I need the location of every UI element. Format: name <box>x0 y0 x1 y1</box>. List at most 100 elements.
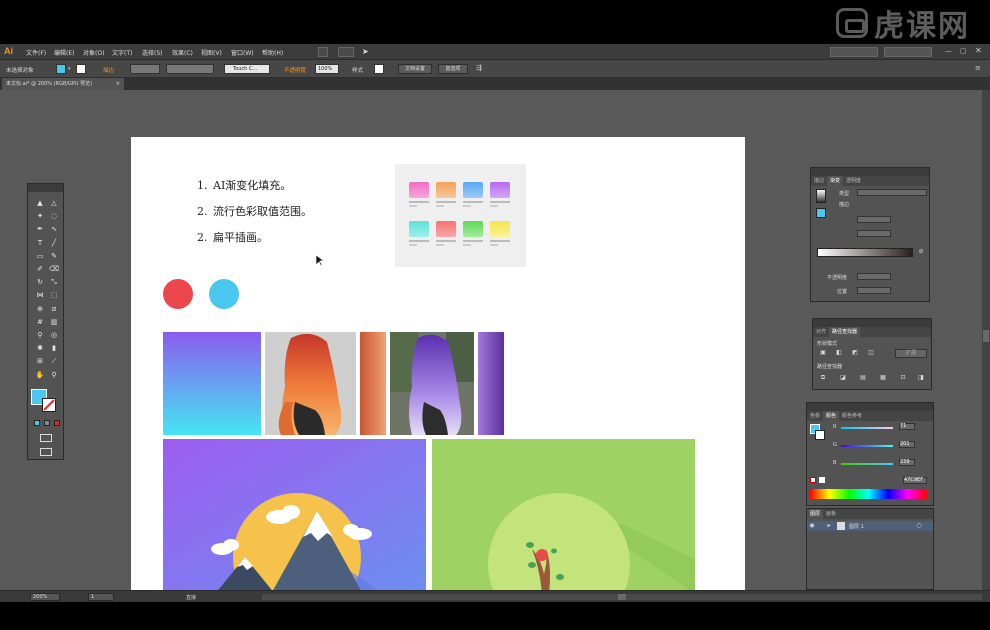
eraser-tool-icon[interactable]: ⌫ <box>49 265 59 274</box>
minus-back-icon[interactable]: ◨ <box>917 374 925 382</box>
zoom-field[interactable]: 200% <box>30 593 60 601</box>
divide-icon[interactable]: ⧉ <box>819 374 827 382</box>
share-icon[interactable]: ➤ <box>362 47 369 56</box>
panel-header[interactable] <box>811 168 929 176</box>
blue-circle[interactable] <box>209 279 239 309</box>
menu-help[interactable]: 帮助(H) <box>262 48 283 57</box>
direct-selection-tool-icon[interactable]: △ <box>49 199 59 208</box>
chevron-down-icon[interactable]: ▾ <box>68 66 71 72</box>
width-tool-icon[interactable]: ⋈ <box>35 291 45 300</box>
minus-front-icon[interactable]: ◧ <box>835 349 843 357</box>
opacity-label[interactable]: 不透明度 <box>284 66 306 74</box>
g-value-field[interactable]: 201 <box>899 441 915 448</box>
hex-field[interactable]: 47C9EF <box>903 477 927 484</box>
tab-color[interactable]: 颜色 <box>823 411 840 421</box>
close-tab-icon[interactable]: × <box>116 78 120 90</box>
gradient-type-select[interactable] <box>857 189 927 196</box>
stroke-color-swatch[interactable] <box>815 430 825 440</box>
visibility-eye-icon[interactable]: ◉ <box>808 522 816 530</box>
workspace-switcher[interactable] <box>830 47 878 57</box>
tab-artboards[interactable]: 画板 <box>823 509 839 519</box>
purple-gradient-rect[interactable] <box>478 332 504 435</box>
shaper-tool-icon[interactable]: ✐ <box>35 265 45 274</box>
paintbrush-tool-icon[interactable]: ✎ <box>49 252 59 261</box>
artboard[interactable]: 1. AI渐变化填充。 2. 流行色彩取值范围。 2. 扁平插画。 <box>131 137 745 590</box>
white-swatch[interactable] <box>819 477 825 483</box>
tab-stroke[interactable]: 描边 <box>811 176 827 186</box>
mesh-tool-icon[interactable]: # <box>35 318 45 327</box>
blue-purple-gradient-rect[interactable] <box>163 332 261 435</box>
gradient-slider[interactable] <box>817 248 913 257</box>
unite-icon[interactable]: ▣ <box>819 349 827 357</box>
angle-field[interactable] <box>857 216 891 223</box>
r-slider[interactable] <box>841 427 893 429</box>
gradient-tool-icon[interactable]: ▥ <box>49 318 59 327</box>
stroke-label[interactable]: 描边 <box>103 66 114 74</box>
tools-panel-header[interactable] <box>28 184 63 192</box>
bridge-button[interactable] <box>318 47 328 57</box>
menu-effect[interactable]: 效果(C) <box>172 48 193 57</box>
tab-gradient[interactable]: 渐变 <box>827 176 844 186</box>
symbol-sprayer-tool-icon[interactable]: ✺ <box>35 344 45 353</box>
brush-definition[interactable]: Touch C... <box>224 64 270 74</box>
outline-icon[interactable]: ⊡ <box>899 374 907 382</box>
stroke-weight-field[interactable] <box>130 64 160 74</box>
menu-select[interactable]: 选择(S) <box>142 48 163 57</box>
rotate-tool-icon[interactable]: ↻ <box>35 278 45 287</box>
close-window-icon[interactable]: ✕ <box>975 46 982 55</box>
color-mode-icon[interactable] <box>34 420 40 426</box>
menu-object[interactable]: 对象(O) <box>83 48 104 57</box>
b-slider[interactable] <box>841 463 893 465</box>
scroll-thumb[interactable] <box>618 594 626 600</box>
lasso-tool-icon[interactable]: ◌ <box>49 212 59 221</box>
search-field[interactable] <box>884 47 932 57</box>
rectangle-tool-icon[interactable]: ▭ <box>35 252 45 261</box>
magic-wand-tool-icon[interactable]: ✦ <box>35 212 45 221</box>
pen-tool-icon[interactable]: ✒ <box>35 225 45 234</box>
tab-color-guide[interactable]: 颜色参考 <box>839 411 865 421</box>
scroll-thumb[interactable] <box>983 330 989 342</box>
graph-tool-icon[interactable]: ▮ <box>49 344 59 353</box>
graphic-style-swatch[interactable] <box>374 64 384 74</box>
panel-menu-icon[interactable]: ≡ <box>975 64 981 72</box>
artboard-tool-icon[interactable]: ⊞ <box>35 357 45 366</box>
gradient-mode-icon[interactable] <box>44 420 50 426</box>
vertical-scrollbar[interactable] <box>982 90 990 590</box>
hand-tool-icon[interactable]: ✋ <box>35 371 45 380</box>
gradient-thumbnail[interactable] <box>816 189 826 203</box>
crop-icon[interactable]: ▦ <box>879 374 887 382</box>
gradient-position-field[interactable] <box>857 287 891 294</box>
preferences-button[interactable]: 首选项 <box>438 64 468 74</box>
fill-stroke-indicator[interactable] <box>816 208 826 218</box>
fill-swatch[interactable] <box>56 64 66 74</box>
gradient-opacity-field[interactable] <box>857 273 891 280</box>
zoom-tool-icon[interactable]: ⚲ <box>49 371 59 380</box>
draw-mode-icon[interactable] <box>40 434 52 442</box>
tab-swatches[interactable]: 色板 <box>807 411 823 421</box>
orange-gradient-rect[interactable] <box>360 332 386 435</box>
scale-tool-icon[interactable]: ⤡ <box>49 278 59 287</box>
menu-window[interactable]: 窗口(W) <box>231 48 254 57</box>
g-slider[interactable] <box>841 445 893 447</box>
free-transform-tool-icon[interactable]: ⬚ <box>49 291 59 300</box>
panel-header[interactable] <box>807 403 933 411</box>
screen-mode-icon[interactable] <box>40 448 52 456</box>
none-mode-icon[interactable] <box>54 420 60 426</box>
menu-file[interactable]: 文件(F) <box>26 48 46 57</box>
red-circle[interactable] <box>163 279 193 309</box>
trim-icon[interactable]: ◪ <box>839 374 847 382</box>
tab-transparency[interactable]: 透明度 <box>843 176 864 186</box>
expand-layer-icon[interactable]: ▸ <box>825 522 833 530</box>
selection-tool-icon[interactable]: ▲ <box>35 199 45 208</box>
artboard-nav-field[interactable]: 1 <box>88 593 114 601</box>
line-tool-icon[interactable]: ╱ <box>49 239 59 248</box>
expand-button[interactable]: 扩展 <box>895 349 927 358</box>
layer-row[interactable]: ◉ ▸ 图层 1 ○ <box>807 521 933 531</box>
merge-icon[interactable]: ▤ <box>859 374 867 382</box>
stroke-swatch[interactable] <box>76 64 86 74</box>
b-value-field[interactable]: 239 <box>899 459 915 466</box>
arrange-documents-button[interactable] <box>338 47 354 57</box>
intersect-icon[interactable]: ◩ <box>851 349 859 357</box>
variable-width-field[interactable] <box>166 64 214 74</box>
shape-builder-tool-icon[interactable]: ⊕ <box>35 305 45 314</box>
